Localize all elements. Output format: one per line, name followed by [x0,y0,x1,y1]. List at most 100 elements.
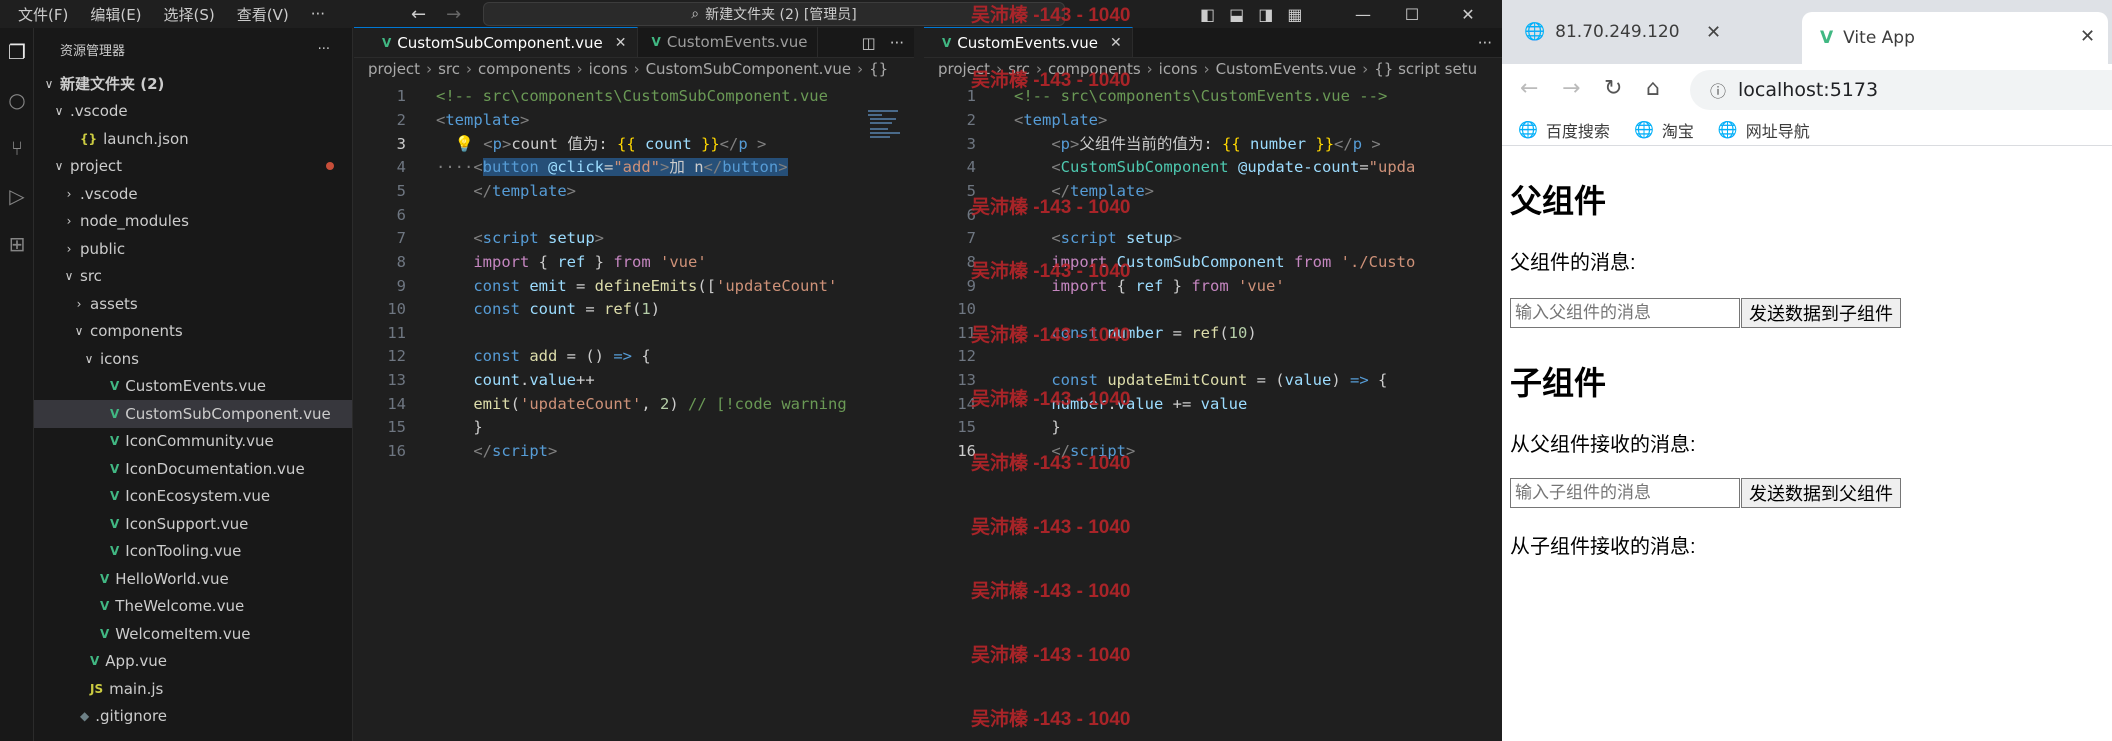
browser-tab-ip[interactable]: 🌐 81.70.249.120 ✕ [1524,12,1734,52]
breadcrumb-item[interactable]: {} script setu [1374,60,1477,78]
tree-item[interactable]: › assets [34,290,352,318]
back-arrow-icon[interactable]: ← [411,4,426,25]
code-line[interactable]: <script setup> [436,227,604,251]
tree-item[interactable]: › public [34,235,352,263]
tree-item[interactable]: {} launch.json [34,125,352,153]
toggle-secondary-sidebar-icon[interactable]: ◨ [1258,5,1273,24]
send-to-child-button[interactable]: 发送数据到子组件 [1741,298,1901,328]
close-tab-icon[interactable]: ✕ [1110,35,1122,51]
tree-item[interactable]: V IconTooling.vue [34,538,352,566]
code-line[interactable]: <CustomSubComponent @update-count="upda [1014,156,1415,180]
code-line[interactable]: </script> [436,440,557,464]
menu-view[interactable]: 查看(V) [237,4,289,25]
breadcrumb-item[interactable]: {} [869,60,888,78]
breadcrumb-item[interactable]: project [368,60,420,78]
code-line[interactable]: <template> [436,109,529,133]
split-editor-icon[interactable]: ◫ [862,34,876,52]
breadcrumb-item[interactable]: icons [589,60,628,78]
tree-item[interactable]: V CustomSubComponent.vue [34,400,352,428]
address-bar[interactable]: ⓘ localhost:5173 [1690,70,2112,110]
home-icon[interactable]: ⌂ [1646,76,1660,101]
tree-item[interactable]: V IconCommunity.vue [34,428,352,456]
tab-custom-sub-component[interactable]: V CustomSubComponent.vue ✕ [354,27,638,57]
code-line[interactable]: <!-- src\components\CustomSubComponent.v… [436,85,828,109]
tree-item[interactable]: ∨ src [34,263,352,291]
code-line[interactable]: 💡 <p>count 值为: {{ count }}</p > [436,133,767,157]
breadcrumb-item[interactable]: icons [1159,60,1198,78]
more-actions-icon[interactable]: ··· [890,34,904,52]
code-line[interactable]: emit('updateCount', 2) // [!code warning [436,393,846,417]
site-info-icon[interactable]: ⓘ [1710,78,1726,102]
tree-item[interactable]: ∨ .vscode [34,98,352,126]
bookmark-taobao[interactable]: 🌐 淘宝 [1634,118,1694,142]
toggle-sidebar-icon[interactable]: ◧ [1200,5,1215,24]
code-line[interactable]: } [1014,416,1060,440]
toggle-panel-icon[interactable]: ⬓ [1229,5,1244,24]
minimize-button[interactable]: — [1340,0,1386,28]
breadcrumb-item[interactable]: src [438,60,460,78]
customize-layout-icon[interactable]: ▦ [1287,5,1302,24]
browser-tab-vite[interactable]: V Vite App ✕ [1802,12,2108,64]
tree-item[interactable]: ∨ 新建文件夹 (2) [34,70,352,98]
explorer-icon[interactable]: ❐ [0,28,34,76]
bookmark-nav[interactable]: 🌐 网址导航 [1718,118,1810,142]
tree-item[interactable]: JS main.js [34,675,352,703]
back-icon[interactable]: ← [1520,76,1538,101]
code-line[interactable]: const add = () => { [436,345,650,369]
tree-item[interactable]: ◆ .gitignore [34,703,352,731]
close-window-button[interactable]: ✕ [1445,0,1491,28]
code-line[interactable]: <template> [1014,109,1107,133]
tree-item[interactable]: ∨ components [34,318,352,346]
forward-arrow-icon[interactable]: → [446,4,461,25]
tree-item[interactable]: V TheWelcome.vue [34,593,352,621]
tab-custom-events[interactable]: V CustomEvents.vue [638,27,819,57]
child-message-input[interactable] [1510,478,1740,508]
code-line[interactable]: <script setup> [1014,227,1182,251]
explorer-more-icon[interactable]: ··· [318,42,330,57]
tree-item[interactable]: V WelcomeItem.vue [34,620,352,648]
parent-message-input[interactable] [1510,298,1740,328]
code-editor-left[interactable]: 1 <!-- src\components\CustomSubComponent.… [354,80,914,720]
tab-custom-events-right[interactable]: V CustomEvents.vue ✕ [924,27,1133,57]
code-line[interactable]: <p>父组件当前的值为: {{ number }}</p > [1014,133,1380,157]
code-token: = [604,158,614,177]
code-line[interactable]: const count = ref(1) [436,298,660,322]
reload-icon[interactable]: ↻ [1604,76,1622,101]
tree-item[interactable]: V HelloWorld.vue [34,565,352,593]
menu-more[interactable]: ··· [311,5,325,23]
send-to-parent-button[interactable]: 发送数据到父组件 [1741,478,1901,508]
tree-item[interactable]: ∨ project [34,153,352,181]
breadcrumb-item[interactable]: components [478,60,571,78]
code-line[interactable]: } [436,416,482,440]
source-control-icon[interactable]: ⑂ [0,124,34,172]
close-tab-icon[interactable]: ✕ [615,35,627,51]
tree-item[interactable]: ∨ icons [34,345,352,373]
more-actions-icon[interactable]: ··· [1478,34,1492,52]
tree-item[interactable]: V IconDocumentation.vue [34,455,352,483]
maximize-button[interactable]: ☐ [1389,0,1435,28]
bookmark-baidu[interactable]: 🌐 百度搜索 [1518,118,1610,142]
extensions-icon[interactable]: ⊞ [0,220,34,268]
close-tab-icon[interactable]: ✕ [2080,26,2095,47]
code-line[interactable]: </template> [436,180,576,204]
tree-item[interactable]: V CustomEvents.vue [34,373,352,401]
minimap-left[interactable] [866,108,911,148]
tree-item[interactable]: V IconEcosystem.vue [34,483,352,511]
run-debug-icon[interactable]: ▷ [0,172,34,220]
tree-item[interactable]: › node_modules [34,208,352,236]
code-line[interactable]: ····<button @click="add">加 n</button> [436,156,788,180]
tree-item[interactable]: › .vscode [34,180,352,208]
menu-selection[interactable]: 选择(S) [164,4,215,25]
search-view-icon[interactable]: ○ [0,76,34,124]
tree-item[interactable]: V App.vue [34,648,352,676]
close-tab-icon[interactable]: ✕ [1706,22,1721,43]
menu-file[interactable]: 文件(F) [18,4,68,25]
breadcrumb-item[interactable]: CustomEvents.vue [1216,60,1357,78]
tree-item[interactable]: V IconSupport.vue [34,510,352,538]
breadcrumb-item[interactable]: CustomSubComponent.vue [646,60,851,78]
code-line[interactable]: const emit = defineEmits(['updateCount' [436,275,837,299]
code-line[interactable]: import { ref } from 'vue' [436,251,706,275]
menu-edit[interactable]: 编辑(E) [90,4,141,25]
forward-icon[interactable]: → [1562,76,1580,101]
code-line[interactable]: count.value++ [436,369,594,393]
